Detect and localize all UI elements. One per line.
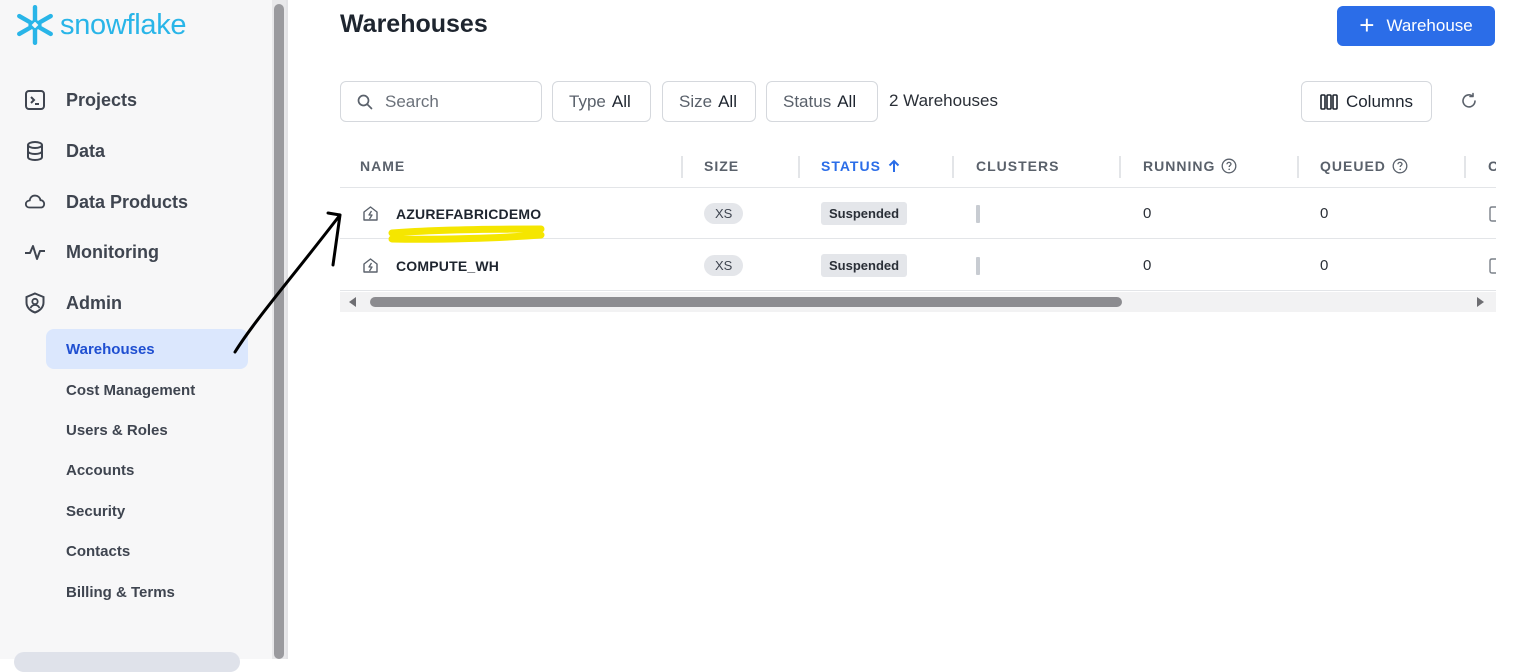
columns-label: Columns (1345, 91, 1414, 111)
columns-button[interactable]: Columns (1301, 81, 1432, 122)
add-warehouse-button[interactable]: + Warehouse (1337, 6, 1495, 46)
scroll-left-icon[interactable] (348, 297, 358, 307)
add-warehouse-label: Warehouse (1386, 16, 1473, 35)
nav-data-products-label: Data Products (66, 191, 189, 212)
col-header-queued-label: QUEUED (1320, 158, 1386, 174)
warehouse-name[interactable]: AZUREFABRICDEMO (396, 188, 541, 239)
nav-data[interactable]: Data (24, 131, 105, 171)
page-title: Warehouses (340, 10, 488, 38)
table-row[interactable]: AZUREFABRICDEMO XS Suspended 0 0 (340, 188, 1496, 239)
sidebar-item-security[interactable]: Security (46, 491, 248, 531)
warehouse-icon (362, 188, 379, 239)
table-horizontal-scrollbar[interactable] (340, 292, 1496, 312)
nav-projects-label: Projects (66, 89, 138, 110)
queued-count: 0 (1320, 205, 1329, 222)
sidebar-account-panel[interactable] (14, 652, 240, 672)
help-circle-icon[interactable] (1221, 158, 1237, 174)
search-input[interactable] (385, 91, 525, 112)
warehouse-count: 2 Warehouses (889, 91, 998, 110)
filter-size[interactable]: Size All (662, 81, 756, 122)
filter-size-value: All (718, 91, 737, 111)
filter-type-value: All (611, 91, 631, 111)
sidebar: snowflake Projects Data Data Products Mo… (0, 0, 272, 672)
cluster-indicator (976, 204, 980, 223)
logo-text: snowflake (60, 8, 187, 41)
sidebar-item-billing-terms[interactable]: Billing & Terms (46, 572, 248, 612)
refresh-icon (1462, 92, 1476, 108)
terminal-icon (24, 89, 46, 111)
shield-user-icon (24, 292, 46, 314)
sidebar-item-accounts[interactable]: Accounts (46, 450, 248, 490)
search-box[interactable] (340, 81, 542, 122)
running-count: 0 (1143, 257, 1152, 274)
cloud-icon (24, 191, 46, 213)
database-icon (24, 140, 46, 162)
col-header-name[interactable]: NAME (360, 158, 405, 174)
nav-data-products[interactable]: Data Products (24, 182, 188, 222)
table-header: NAME SIZE STATUS CLUSTERS RUNNING QUEUED… (340, 146, 1496, 188)
table-scrollbar-thumb[interactable] (370, 297, 1122, 307)
nav-projects[interactable]: Projects (24, 80, 137, 120)
scroll-right-icon[interactable] (1475, 297, 1485, 307)
col-header-running-label: RUNNING (1143, 158, 1216, 174)
col-header-status-label: STATUS (821, 158, 881, 174)
column-resizer[interactable] (1119, 156, 1121, 178)
columns-icon (1320, 93, 1338, 110)
column-resizer[interactable] (1464, 156, 1466, 178)
table-row[interactable]: COMPUTE_WH XS Suspended 0 0 (340, 240, 1496, 291)
truncated-cell-icon (1488, 240, 1496, 291)
snowflake-logo-icon (17, 4, 53, 46)
activity-icon (24, 241, 46, 263)
col-header-clusters[interactable]: CLUSTERS (976, 158, 1059, 174)
column-resizer[interactable] (798, 156, 800, 178)
nav-admin[interactable]: Admin (24, 283, 122, 323)
filter-status-key: Status (783, 91, 832, 111)
col-header-truncated[interactable]: C (1488, 158, 1496, 174)
warehouse-name[interactable]: COMPUTE_WH (396, 240, 499, 291)
filter-type[interactable]: Type All (552, 81, 651, 122)
running-count: 0 (1143, 205, 1152, 222)
sort-ascending-icon (888, 159, 900, 172)
column-resizer[interactable] (1297, 156, 1299, 178)
filter-status-value: All (837, 91, 857, 111)
col-header-queued[interactable]: QUEUED (1320, 158, 1408, 174)
status-badge: Suspended (821, 202, 908, 225)
nav-admin-label: Admin (66, 292, 122, 313)
column-resizer[interactable] (681, 156, 683, 178)
filter-size-key: Size (679, 91, 713, 111)
size-badge: XS (704, 255, 744, 276)
sidebar-item-warehouses[interactable]: Warehouses (46, 329, 248, 369)
queued-count: 0 (1320, 257, 1329, 274)
status-badge: Suspended (821, 254, 908, 277)
sidebar-item-cost-management[interactable]: Cost Management (46, 370, 248, 410)
cluster-indicator (976, 256, 980, 275)
column-resizer[interactable] (952, 156, 954, 178)
size-badge: XS (704, 203, 744, 224)
col-header-running[interactable]: RUNNING (1143, 158, 1237, 174)
help-circle-icon[interactable] (1392, 158, 1408, 174)
warehouse-icon (362, 240, 379, 291)
search-icon (357, 94, 373, 109)
truncated-cell-icon (1488, 188, 1496, 239)
sidebar-divider (286, 0, 288, 659)
filter-type-key: Type (569, 91, 606, 111)
sidebar-item-users-roles[interactable]: Users & Roles (46, 410, 248, 450)
sidebar-item-contacts[interactable]: Contacts (46, 531, 248, 571)
col-header-status[interactable]: STATUS (821, 158, 901, 174)
nav-data-label: Data (66, 140, 106, 161)
snowflake-logo[interactable]: snowflake (14, 4, 187, 46)
warehouses-table: NAME SIZE STATUS CLUSTERS RUNNING QUEUED… (340, 146, 1496, 316)
col-header-size[interactable]: SIZE (704, 158, 739, 174)
refresh-button[interactable] (1458, 90, 1480, 112)
sidebar-scrollbar[interactable] (272, 0, 286, 659)
sidebar-scrollbar-thumb[interactable] (274, 4, 284, 659)
nav-monitoring[interactable]: Monitoring (24, 232, 159, 272)
filter-status[interactable]: Status All (766, 81, 878, 122)
nav-monitoring-label: Monitoring (66, 241, 159, 262)
plus-icon: + (1359, 10, 1375, 40)
